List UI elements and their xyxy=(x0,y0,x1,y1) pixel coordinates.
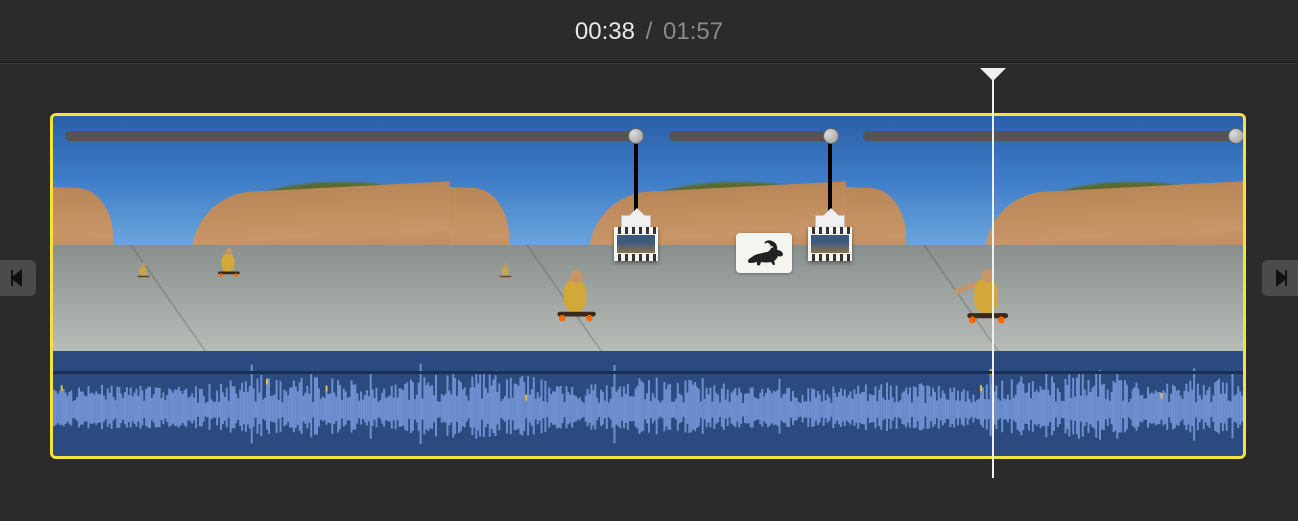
speed-segment-end-dot[interactable] xyxy=(1228,128,1244,144)
header-divider xyxy=(0,62,1298,63)
speed-segment-end-dot[interactable] xyxy=(823,128,839,144)
speed-segment[interactable] xyxy=(669,131,829,141)
trim-start-handle[interactable] xyxy=(0,260,36,296)
current-time: 00:38 xyxy=(575,18,635,45)
time-separator: / xyxy=(646,18,653,45)
trim-end-handle[interactable] xyxy=(1262,260,1298,296)
speed-segment-end-dot[interactable] xyxy=(628,128,644,144)
playhead-cap-icon xyxy=(980,68,1006,81)
filmstrip-icon xyxy=(808,227,852,261)
clip-thumbnail xyxy=(53,116,450,351)
timeline-clip[interactable] xyxy=(50,113,1246,459)
total-duration: 01:57 xyxy=(663,18,723,45)
clip-thumbnail xyxy=(846,116,1243,351)
fast-speed-icon xyxy=(736,233,792,273)
filmstrip-icon xyxy=(614,227,658,261)
speed-segment[interactable] xyxy=(65,131,635,141)
volume-level-line[interactable] xyxy=(53,371,1243,374)
audio-waveform[interactable] xyxy=(53,351,1243,456)
timecode-display: 00:38 / 01:57 xyxy=(0,18,1298,46)
playhead[interactable] xyxy=(992,80,994,478)
speed-segment[interactable] xyxy=(863,131,1235,141)
